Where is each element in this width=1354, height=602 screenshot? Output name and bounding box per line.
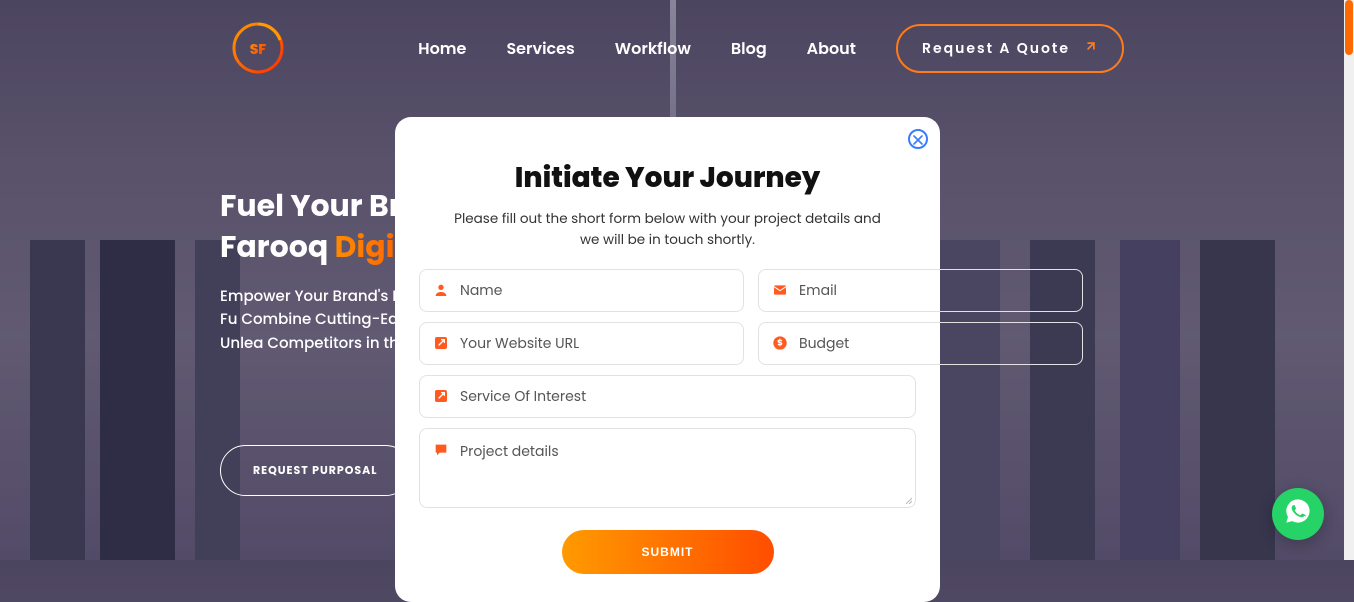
resize-grip-icon bbox=[902, 494, 912, 504]
email-field-wrapper[interactable] bbox=[758, 269, 1083, 312]
svg-text:SF: SF bbox=[250, 39, 267, 59]
name-input[interactable] bbox=[460, 280, 731, 301]
service-field-wrapper[interactable] bbox=[419, 375, 916, 418]
request-quote-label: Request A Quote bbox=[922, 38, 1070, 59]
details-field-wrapper[interactable] bbox=[419, 428, 916, 508]
close-icon bbox=[913, 127, 923, 152]
modal-title: Initiate Your Journey bbox=[419, 157, 916, 199]
url-field-wrapper[interactable] bbox=[419, 322, 744, 365]
mail-icon bbox=[771, 281, 789, 299]
journey-modal: Initiate Your Journey Please fill out th… bbox=[395, 117, 940, 602]
budget-input[interactable] bbox=[799, 333, 1070, 354]
nav-workflow[interactable]: Workflow bbox=[615, 36, 691, 61]
close-modal-button[interactable] bbox=[908, 129, 928, 149]
name-field-wrapper[interactable] bbox=[419, 269, 744, 312]
link-icon bbox=[432, 334, 450, 352]
chat-icon bbox=[432, 441, 450, 459]
details-textarea[interactable] bbox=[460, 441, 903, 495]
service-input[interactable] bbox=[460, 386, 903, 407]
nav-home[interactable]: Home bbox=[418, 36, 466, 61]
request-purposal-button[interactable]: REQUEST PURPOSAL bbox=[220, 445, 411, 496]
brand-logo[interactable]: SF bbox=[230, 20, 286, 76]
nav-blog[interactable]: Blog bbox=[731, 36, 767, 61]
arrow-up-right-icon bbox=[1084, 38, 1098, 59]
budget-field-wrapper[interactable]: $ bbox=[758, 322, 1083, 365]
dollar-icon: $ bbox=[771, 334, 789, 352]
hero-title-line2-plain: Farooq bbox=[220, 225, 335, 268]
user-icon bbox=[432, 281, 450, 299]
whatsapp-button[interactable] bbox=[1272, 488, 1324, 540]
request-quote-button[interactable]: Request A Quote bbox=[896, 24, 1124, 73]
modal-subtitle: Please fill out the short form below wit… bbox=[448, 209, 888, 251]
svg-text:$: $ bbox=[777, 338, 783, 350]
site-header: SF Home Services Workflow Blog About Req… bbox=[0, 0, 1354, 96]
url-input[interactable] bbox=[460, 333, 731, 354]
whatsapp-icon bbox=[1284, 497, 1312, 532]
service-icon bbox=[432, 387, 450, 405]
nav-services[interactable]: Services bbox=[506, 36, 574, 61]
primary-nav: Home Services Workflow Blog About Reques… bbox=[418, 24, 1124, 73]
nav-about[interactable]: About bbox=[807, 36, 856, 61]
email-input[interactable] bbox=[799, 280, 1070, 301]
submit-button[interactable]: SUBMIT bbox=[562, 530, 774, 574]
